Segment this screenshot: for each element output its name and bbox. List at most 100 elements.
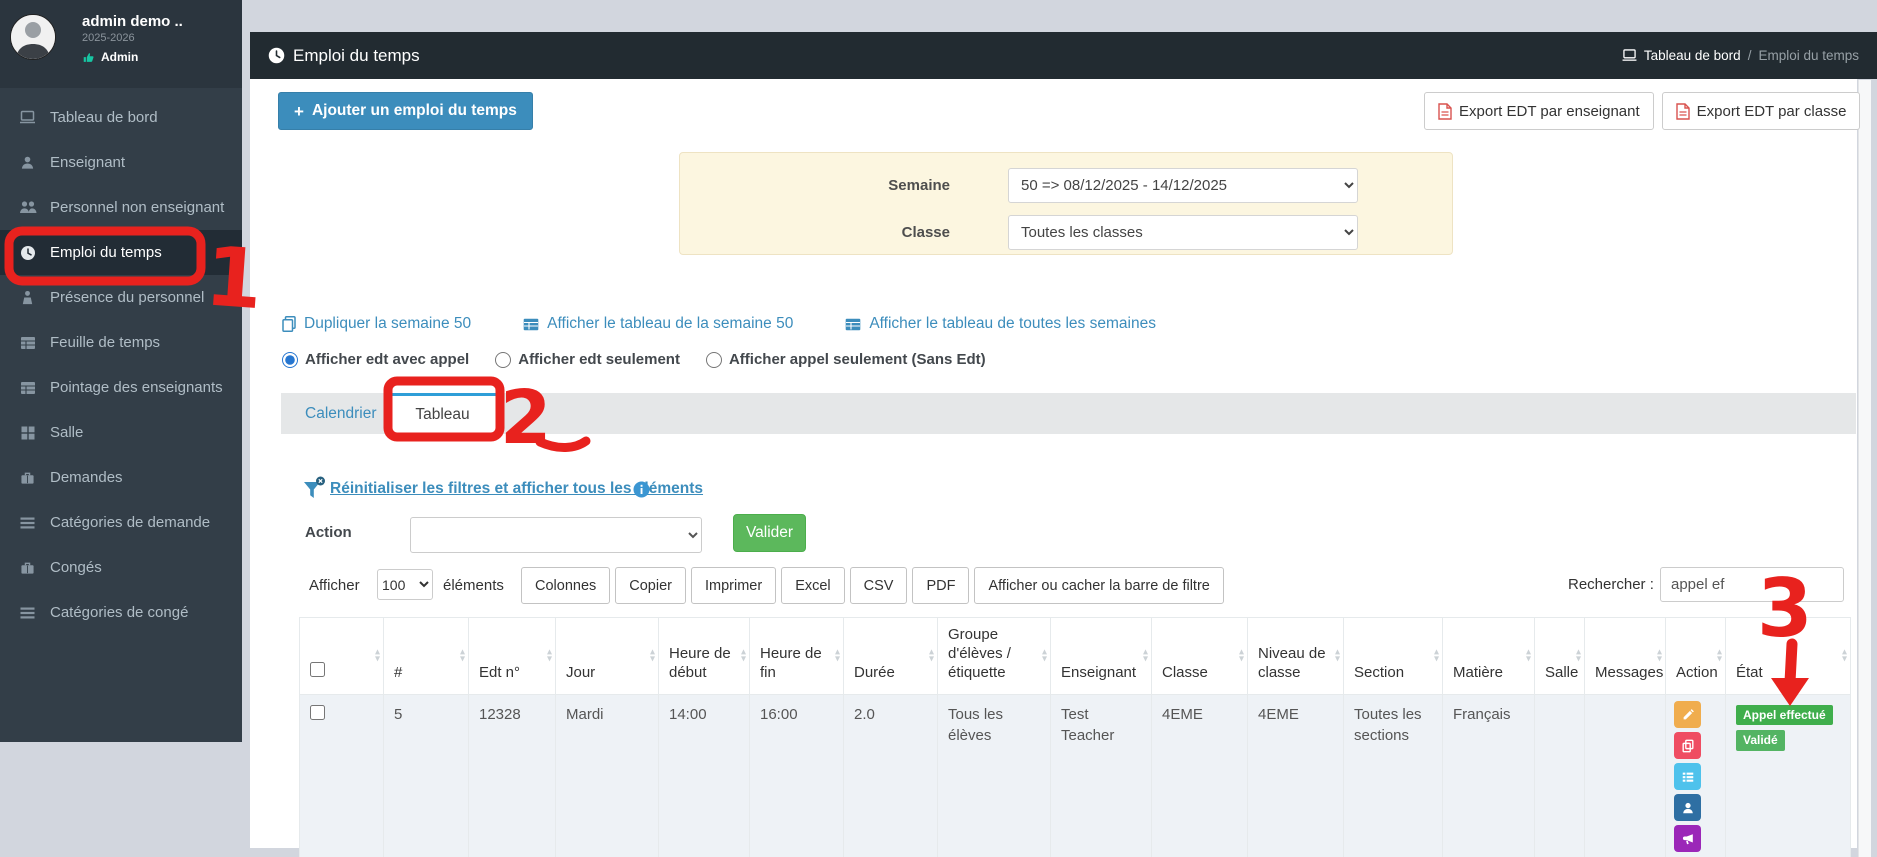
row-checkbox[interactable] xyxy=(310,705,325,721)
sidebar-item-label: Emploi du temps xyxy=(50,244,162,261)
col-action[interactable]: Action xyxy=(1665,616,1726,696)
sidebar-item-tableau-de-bord[interactable]: Tableau de bord xyxy=(0,95,242,140)
scrollbar[interactable] xyxy=(1858,80,1871,857)
sort-icon[interactable] xyxy=(1717,648,1722,662)
col-heure-fin[interactable]: Heure de fin xyxy=(749,616,844,696)
sidebar-item-salle[interactable]: Salle xyxy=(0,410,242,455)
col-edt-no[interactable]: Edt n° xyxy=(468,616,556,696)
details-list-button[interactable] xyxy=(1674,763,1701,791)
add-timetable-button[interactable]: + Ajouter un emploi du temps xyxy=(278,92,533,130)
sort-icon[interactable] xyxy=(929,648,934,662)
duplicate-button[interactable] xyxy=(1674,732,1701,760)
sidebar-item-pointage-des-enseignants[interactable]: Pointage des enseignants xyxy=(0,365,242,410)
filter-reset-icon[interactable] xyxy=(302,476,326,501)
sidebar-item-label: Feuille de temps xyxy=(50,334,161,351)
page: admin demo .. 2025-2026 Admin Tableau de… xyxy=(0,0,1877,857)
sidebar-item-categories-de-conge[interactable]: Catégories de congé xyxy=(0,590,242,635)
megaphone-icon xyxy=(1682,833,1693,844)
page-length-suffix: éléments xyxy=(443,577,504,594)
print-button[interactable]: Imprimer xyxy=(690,567,777,604)
col-niveau[interactable]: Niveau de classe xyxy=(1247,616,1344,696)
show-week-table-link[interactable]: Afficher le tableau de la semaine 50 xyxy=(523,315,793,333)
col-section[interactable]: Section xyxy=(1343,616,1443,696)
clock-icon xyxy=(268,47,285,64)
radio-input[interactable] xyxy=(495,351,512,368)
sort-icon[interactable] xyxy=(1239,648,1244,662)
search-input[interactable] xyxy=(1660,567,1844,602)
sort-icon[interactable] xyxy=(1526,648,1531,662)
col-matiere[interactable]: Matière xyxy=(1442,616,1535,696)
validate-button[interactable]: Valider xyxy=(733,514,806,552)
sort-icon[interactable] xyxy=(1042,648,1047,662)
copy-button[interactable]: Copier xyxy=(615,567,686,604)
tab-tableau[interactable]: Tableau xyxy=(387,393,498,434)
toggle-filter-bar-button[interactable]: Afficher ou cacher la barre de filtre xyxy=(974,567,1224,604)
col-salle[interactable]: Salle xyxy=(1534,616,1585,696)
radio-appel-seulement[interactable]: Afficher appel seulement (Sans Edt) xyxy=(705,351,986,368)
page-title-label: Emploi du temps xyxy=(293,45,420,65)
sort-icon[interactable] xyxy=(375,648,380,662)
select-all-checkbox[interactable] xyxy=(310,661,325,677)
cell-salle xyxy=(1534,694,1585,857)
col-heure-debut[interactable]: Heure de début xyxy=(658,616,750,696)
sort-icon[interactable] xyxy=(1576,648,1581,662)
cell-num: 5 xyxy=(383,694,469,857)
sidebar-item-feuille-de-temps[interactable]: Feuille de temps xyxy=(0,320,242,365)
export-edt-class-button[interactable]: Export EDT par classe xyxy=(1661,92,1861,130)
radio-edt-avec-appel[interactable]: Afficher edt avec appel xyxy=(282,351,469,368)
sidebar-item-conges[interactable]: Congés xyxy=(0,545,242,590)
tab-calendrier[interactable]: Calendrier xyxy=(293,393,389,434)
col-classe[interactable]: Classe xyxy=(1151,616,1248,696)
week-select[interactable]: 50 => 08/12/2025 - 14/12/2025 xyxy=(1008,168,1358,203)
edit-button[interactable] xyxy=(1674,701,1701,729)
col-groupe[interactable]: Groupe d'élèves / étiquette xyxy=(937,616,1051,696)
sort-icon[interactable] xyxy=(1335,648,1340,662)
columns-button[interactable]: Colonnes xyxy=(521,567,611,604)
announce-button[interactable] xyxy=(1674,825,1701,853)
col-jour[interactable]: Jour xyxy=(555,616,659,696)
student-button[interactable] xyxy=(1674,794,1701,822)
sort-icon[interactable] xyxy=(650,648,655,662)
radio-input[interactable] xyxy=(705,351,722,368)
search-label: Rechercher : xyxy=(1568,576,1654,593)
display-mode-options: Afficher edt avec appel Afficher edt seu… xyxy=(282,351,986,368)
sort-icon[interactable] xyxy=(1434,648,1439,662)
action-select[interactable] xyxy=(410,517,702,553)
csv-button[interactable]: CSV xyxy=(849,567,908,604)
show-all-weeks-table-link[interactable]: Afficher le tableau de toutes les semain… xyxy=(845,315,1156,333)
breadcrumb-home[interactable]: Tableau de bord xyxy=(1644,48,1741,63)
top-header: Emploi du temps Tableau de bord / Emploi… xyxy=(250,32,1877,79)
col-duree[interactable]: Durée xyxy=(843,616,938,696)
sidebar-item-categories-de-demande[interactable]: Catégories de demande xyxy=(0,500,242,545)
sort-icon[interactable] xyxy=(1143,648,1148,662)
sort-icon[interactable] xyxy=(1842,648,1847,662)
sidebar-item-presence-du-personnel[interactable]: Présence du personnel xyxy=(0,275,242,320)
user-role: Admin xyxy=(82,50,183,64)
sort-icon[interactable] xyxy=(741,648,746,662)
page-length-select[interactable]: 100 xyxy=(377,569,433,600)
sort-icon[interactable] xyxy=(1657,648,1662,662)
sidebar-item-personnel-non-enseignant[interactable]: Personnel non enseignant xyxy=(0,185,242,230)
sidebar-item-enseignant[interactable]: Enseignant xyxy=(0,140,242,185)
sort-icon[interactable] xyxy=(835,648,840,662)
col-messages[interactable]: Messages xyxy=(1584,616,1666,696)
export-edt-teacher-button[interactable]: Export EDT par enseignant xyxy=(1424,92,1654,130)
pdf-button[interactable]: PDF xyxy=(912,567,970,604)
table-icon xyxy=(18,381,37,395)
radio-input[interactable] xyxy=(282,351,298,368)
sidebar-item-demandes[interactable]: Demandes xyxy=(0,455,242,500)
info-icon[interactable] xyxy=(633,481,650,498)
col-num[interactable]: # xyxy=(383,616,469,696)
col-etat[interactable]: État xyxy=(1725,616,1851,696)
excel-button[interactable]: Excel xyxy=(781,567,845,604)
class-select[interactable]: Toutes les classes xyxy=(1008,215,1358,250)
duplicate-week-link[interactable]: Dupliquer la semaine 50 xyxy=(282,315,471,333)
radio-edt-seulement[interactable]: Afficher edt seulement xyxy=(495,351,680,368)
sidebar-item-emploi-du-temps[interactable]: Emploi du temps xyxy=(0,230,242,275)
sort-icon[interactable] xyxy=(547,648,552,662)
user-role-label: Admin xyxy=(101,50,139,64)
sort-icon[interactable] xyxy=(460,648,465,662)
col-enseignant[interactable]: Enseignant xyxy=(1050,616,1152,696)
cell-duree: 2.0 xyxy=(843,694,938,857)
tab-bar: Calendrier Tableau xyxy=(281,393,1856,434)
